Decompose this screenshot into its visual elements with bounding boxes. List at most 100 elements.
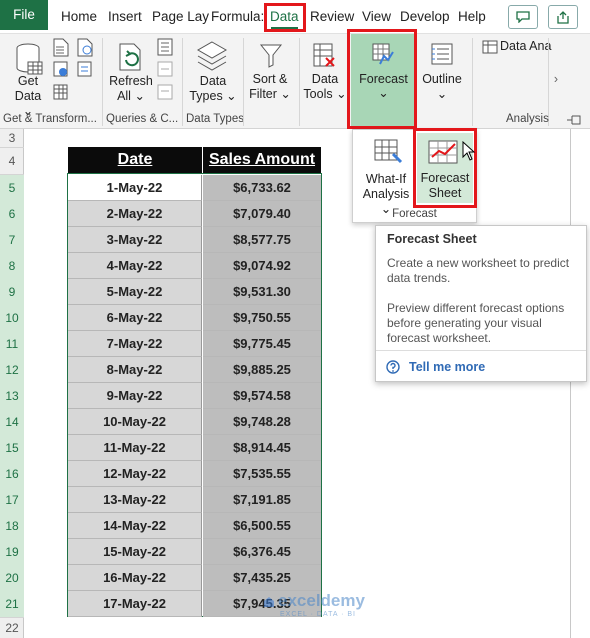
cell-date[interactable]: 1-May-22 [68,175,202,201]
cell-date[interactable]: 11-May-22 [68,435,202,461]
cell-date[interactable]: 17-May-22 [68,591,202,617]
cell-amount[interactable]: $9,574.58 [203,383,321,409]
tab-page-layout[interactable]: Page Lay [152,9,209,24]
row-header[interactable]: 20 [0,565,24,591]
cell-amount[interactable]: $7,535.55 [203,461,321,487]
cell-date[interactable]: 3-May-22 [68,227,202,253]
row-header[interactable]: 7 [0,227,24,253]
cell-date[interactable]: 8-May-22 [68,357,202,383]
row-header[interactable]: 15 [0,435,24,461]
tab-help[interactable]: Help [458,9,486,24]
row-header[interactable]: 22 [0,618,24,638]
refresh-all-button[interactable]: Refresh All ⌄ [106,74,156,104]
row-header[interactable]: 18 [0,513,24,539]
cell-date[interactable]: 13-May-22 [68,487,202,513]
forecast-dropdown: What-If Analysis ⌄ Forecast Sheet Foreca… [352,128,477,223]
row-header[interactable]: 13 [0,383,24,409]
cell-date[interactable]: 5-May-22 [68,279,202,305]
tab-file[interactable]: File [0,0,48,30]
cell-date[interactable]: 14-May-22 [68,513,202,539]
cell-date[interactable]: 16-May-22 [68,565,202,591]
tell-me-more-link[interactable]: Tell me more [409,360,485,374]
data-analysis-icon [482,40,498,54]
tab-developer[interactable]: Develop [400,9,450,24]
share-icon [557,11,569,24]
menu-bar: File Home Insert Page Lay Formula: Data … [0,0,590,34]
cell-amount[interactable]: $9,775.45 [203,331,321,357]
cell-date[interactable]: 10-May-22 [68,409,202,435]
recent-sources-icon [77,38,93,77]
tooltip-divider [376,350,586,351]
data-types-icon [196,41,228,71]
row-header[interactable]: 5 [0,175,24,201]
data-types-button[interactable]: Data Types ⌄ [188,74,238,104]
row-header[interactable]: 9 [0,279,24,305]
row-header[interactable]: 21 [0,591,24,617]
outline-button[interactable]: Outline ⌄ [418,72,466,102]
cell-amount[interactable]: $6,500.55 [203,513,321,539]
row-header[interactable]: 4 [0,148,24,174]
pin-ribbon-icon[interactable] [566,114,584,126]
data-tools-label: Data [311,72,339,86]
row-header[interactable]: 16 [0,461,24,487]
what-if-analysis-button[interactable]: What-If Analysis ⌄ [357,134,415,216]
comment-icon [516,11,530,24]
row-header[interactable]: 3 [0,129,24,147]
row-header[interactable]: 17 [0,487,24,513]
cell-date[interactable]: 15-May-22 [68,539,202,565]
logo-icon [264,597,274,607]
sort-filter-button[interactable]: Sort & Filter ⌄ [248,72,292,102]
help-icon [386,360,400,374]
header-date[interactable]: Date [68,147,202,173]
data-analysis-button[interactable]: Data Ana [500,39,552,54]
cell-date[interactable]: 6-May-22 [68,305,202,331]
cell-date[interactable]: 9-May-22 [68,383,202,409]
row-header[interactable]: 11 [0,331,24,357]
cell-amount[interactable]: $7,079.40 [203,201,321,227]
ribbon-scroll-right-icon[interactable]: › [551,72,561,87]
group-divider [299,38,300,126]
tab-formulas[interactable]: Formula: [211,9,264,24]
cell-amount[interactable]: $6,376.45 [203,539,321,565]
row-header[interactable]: 8 [0,253,24,279]
cell-amount[interactable]: $6,733.62 [203,175,321,201]
group-divider [182,38,183,126]
cell-date[interactable]: 12-May-22 [68,461,202,487]
header-sales-amount[interactable]: Sales Amount [203,147,321,173]
ribbon: Get Data ⌄ Get & Transform... Refresh Al… [0,29,590,129]
cell-date[interactable]: 2-May-22 [68,201,202,227]
group-divider [243,38,244,126]
cell-amount[interactable]: $9,885.25 [203,357,321,383]
refresh-icon [119,43,141,71]
outline-icon [431,43,453,65]
cell-date[interactable]: 4-May-22 [68,253,202,279]
highlight-box-forecast-sheet [413,128,477,208]
vertical-scrollbar[interactable] [570,129,584,638]
cell-amount[interactable]: $9,531.30 [203,279,321,305]
row-header[interactable]: 19 [0,539,24,565]
tab-home[interactable]: Home [61,9,97,24]
cell-amount[interactable]: $7,191.85 [203,487,321,513]
cell-date[interactable]: 7-May-22 [68,331,202,357]
cell-amount[interactable]: $9,074.92 [203,253,321,279]
group-label-analysis: Analysis [506,113,549,125]
comments-button[interactable] [508,5,538,29]
cell-amount[interactable]: $8,914.45 [203,435,321,461]
cell-amount[interactable]: $9,748.28 [203,409,321,435]
cell-amount[interactable]: $7,435.25 [203,565,321,591]
tab-view[interactable]: View [362,9,391,24]
share-button[interactable] [548,5,578,29]
row-header[interactable]: 12 [0,357,24,383]
highlight-box-forecast [347,29,417,129]
cell-amount[interactable]: $9,750.55 [203,305,321,331]
data-tools-button[interactable]: Data Tools ⌄ [303,72,347,102]
cell-amount[interactable]: $8,577.75 [203,227,321,253]
tab-insert[interactable]: Insert [108,9,142,24]
row-header[interactable]: 10 [0,305,24,331]
row-header[interactable]: 14 [0,409,24,435]
group-divider [472,38,473,126]
row-header[interactable]: 6 [0,201,24,227]
mouse-cursor-icon [462,141,476,161]
sort-filter-label2: Filter ⌄ [249,87,291,101]
tab-review[interactable]: Review [310,9,354,24]
